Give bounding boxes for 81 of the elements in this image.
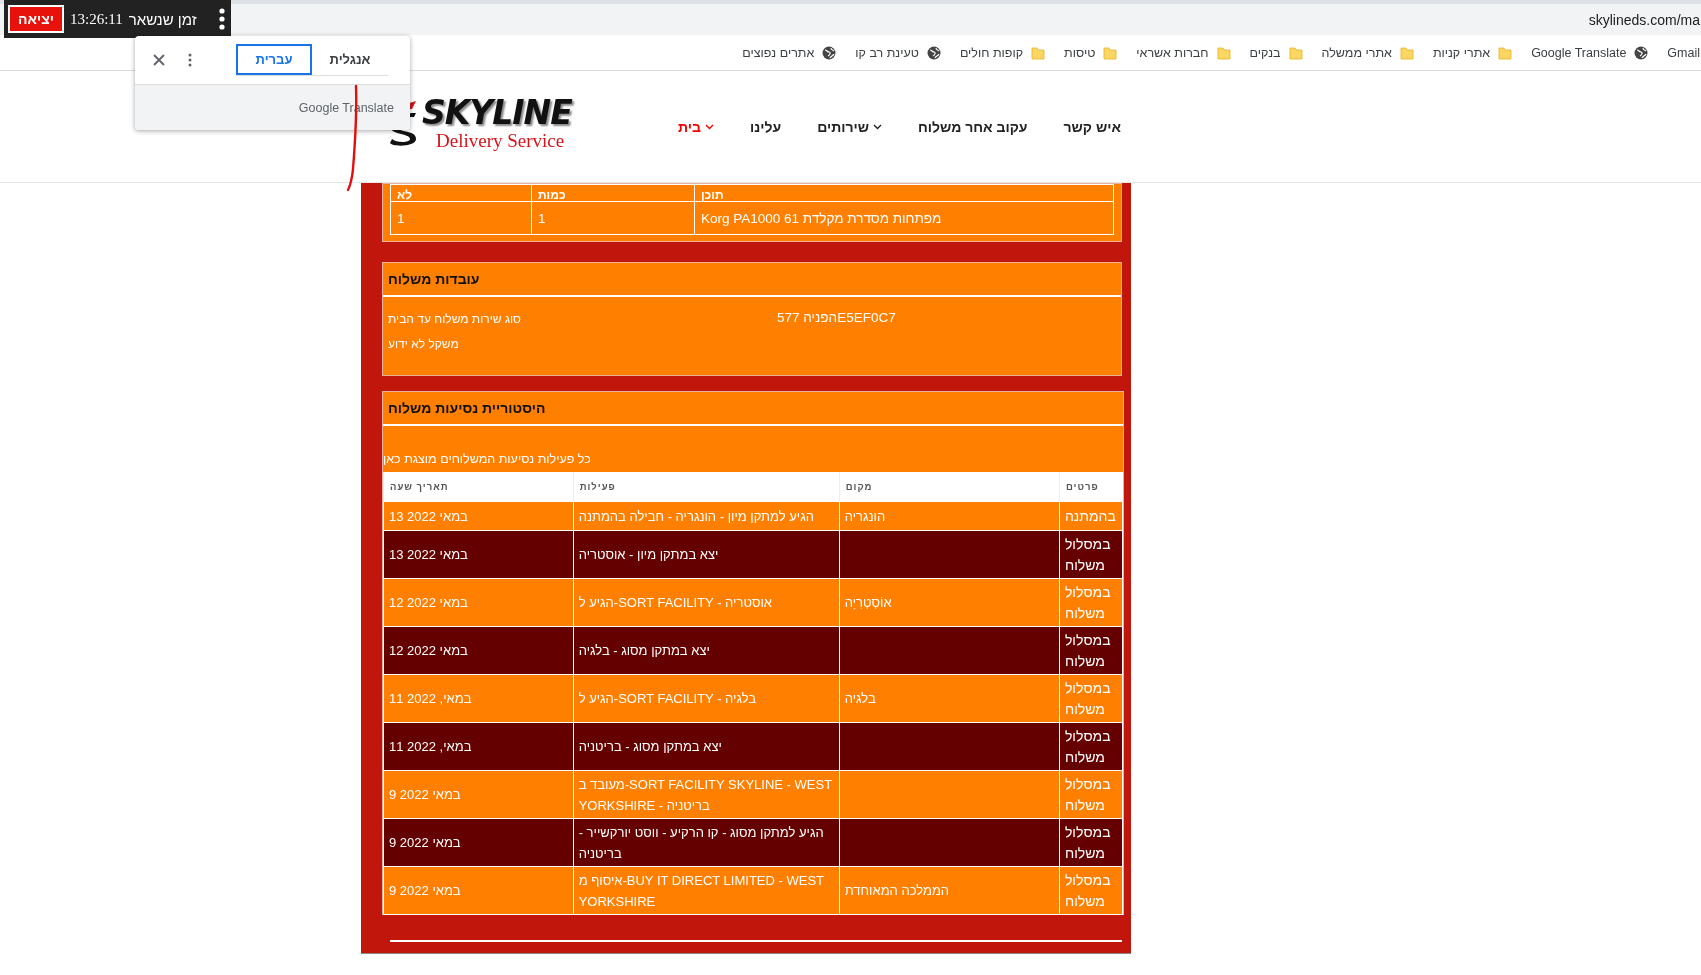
bookmark[interactable]: טיסות bbox=[1064, 45, 1118, 60]
bookmark[interactable]: Google Translate bbox=[1531, 45, 1649, 60]
table-cell: 9 במאי 2022 bbox=[383, 818, 574, 867]
folder-icon bbox=[1103, 45, 1118, 60]
reference-number: הפניה 577E5EF0C7 bbox=[777, 309, 896, 327]
table-cell: הגיע ל-SORT FACILITY - בלגיה bbox=[573, 674, 840, 723]
nav-link[interactable]: איש קשר bbox=[1063, 118, 1121, 135]
table-cell: 11 במאי, 2022 bbox=[383, 722, 574, 771]
table-cell: 1 bbox=[531, 201, 695, 235]
table-cell: 13 במאי 2022 bbox=[383, 501, 574, 531]
exit-button[interactable]: יציאה bbox=[8, 5, 64, 33]
close-icon bbox=[153, 54, 165, 66]
column-header: תאריך שעה bbox=[383, 472, 574, 502]
bookmark[interactable]: אתרים נפוצים bbox=[742, 45, 837, 60]
table-cell: 12 במאי 2022 bbox=[383, 626, 574, 675]
table-cell: הגיע למתקן מסוג - קו הרקיע - ווסט יורקשייר - בריטניה bbox=[573, 818, 840, 867]
nav-link[interactable]: עקוב אחר משלוח bbox=[918, 118, 1028, 135]
section-title: עובדות משלוח bbox=[383, 263, 1121, 297]
section-title: היסטוריית נסיעות משלוח bbox=[383, 392, 1123, 426]
address-bar-url[interactable]: skylineds.com/ma bbox=[1588, 11, 1700, 28]
table-cell: במסלול משלוח bbox=[1059, 818, 1123, 867]
table-cell: במסלול משלוח bbox=[1059, 530, 1123, 579]
table-cell: 12 במאי 2022 bbox=[383, 578, 574, 627]
more-icon bbox=[188, 53, 192, 67]
column-header: פרטים bbox=[1059, 472, 1123, 502]
table-cell: במסלול משלוח bbox=[1059, 722, 1123, 771]
column-header: לא bbox=[390, 184, 532, 202]
countdown-label: זמן שנשאר bbox=[128, 10, 197, 28]
folder-icon bbox=[1216, 45, 1231, 60]
globe-icon bbox=[822, 45, 837, 60]
bookmark[interactable]: חברות אשראי bbox=[1136, 45, 1231, 60]
table-cell: במסלול משלוח bbox=[1059, 866, 1123, 915]
table-cell: במסלול משלוח bbox=[1059, 626, 1123, 675]
bookmark[interactable]: קופות חולים bbox=[959, 45, 1046, 60]
table-cell: אוֹסְטְרִיָה bbox=[839, 578, 1060, 627]
nav-link[interactable]: בית bbox=[678, 118, 714, 135]
table-cell: איסוף מ-BUY IT DIRECT LIMITED - WEST YORKSHIRE bbox=[573, 866, 840, 915]
folder-icon bbox=[1399, 45, 1414, 60]
bookmark[interactable]: בנקים bbox=[1249, 45, 1303, 60]
logo-tagline: Delivery Service bbox=[436, 130, 566, 151]
bookmark[interactable]: Gmail bbox=[1667, 45, 1700, 60]
column-header: כמות bbox=[531, 184, 695, 202]
table-cell: Korg PA1000 61 מפתחות מסדרת מקלדת bbox=[694, 201, 1114, 235]
table-cell: יצא במתקן מיון - אוסטריה bbox=[573, 530, 840, 579]
section-note: כל פעילות נסיעות המשלוחים מוצגת כאן bbox=[383, 452, 591, 466]
table-cell: יצא במתקן מסוג - בריטניה bbox=[573, 722, 840, 771]
table-cell: 9 במאי 2022 bbox=[383, 770, 574, 819]
table-cell: הממלכה המאוחדת bbox=[839, 866, 1060, 915]
table-cell: 13 במאי 2022 bbox=[383, 530, 574, 579]
table-cell: הגיע למתקן מיון - הונגריה - חבילה בהמתנה bbox=[573, 501, 840, 531]
fact-text: סוג שירות משלוח עד הבית bbox=[388, 311, 522, 328]
table-cell: במסלול משלוח bbox=[1059, 770, 1123, 819]
globe-icon bbox=[926, 45, 941, 60]
table-cell: במסלול משלוח bbox=[1059, 578, 1123, 627]
bookmark[interactable]: אתרי ממשלה bbox=[1321, 45, 1414, 60]
table-cell: מעובד ב-SORT FACILITY SKYLINE - WEST YORKSHIRE - בריטניה bbox=[573, 770, 840, 819]
nav-link[interactable]: עלינו bbox=[749, 118, 782, 135]
column-header: פעילות bbox=[573, 472, 840, 502]
countdown-time: 13:26:11 bbox=[70, 10, 123, 28]
logo-name: SKYLINE bbox=[422, 94, 572, 131]
table-cell: בלגיה bbox=[839, 674, 1060, 723]
bookmark[interactable]: טעינת רב קו bbox=[855, 45, 941, 60]
folder-icon bbox=[1288, 45, 1303, 60]
bookmark[interactable]: אתרי קניות bbox=[1432, 45, 1513, 60]
folder-icon bbox=[1031, 45, 1046, 60]
table-cell: 9 במאי 2022 bbox=[383, 866, 574, 915]
fact-text: משקל לא ידוע bbox=[388, 336, 460, 353]
table-cell: הגיע ל-SORT FACILITY - אוסטריה bbox=[573, 578, 840, 627]
nav-link[interactable]: שירותים bbox=[817, 118, 882, 135]
table-cell: יצא במתקן מסוג - בלגיה bbox=[573, 626, 840, 675]
globe-icon bbox=[1634, 45, 1649, 60]
table-cell: בהמתנה bbox=[1059, 501, 1123, 531]
column-header: מקום bbox=[839, 472, 1060, 502]
table-cell: 11 במאי, 2022 bbox=[383, 674, 574, 723]
table-cell: במסלול משלוח bbox=[1059, 674, 1123, 723]
column-header: תוכן bbox=[694, 184, 1114, 202]
more-icon bbox=[219, 8, 225, 30]
table-cell: הונגריה bbox=[839, 501, 1060, 531]
language-tab[interactable]: עברית bbox=[236, 44, 312, 75]
folder-icon bbox=[1498, 45, 1513, 60]
table-cell: 1 bbox=[390, 201, 532, 235]
